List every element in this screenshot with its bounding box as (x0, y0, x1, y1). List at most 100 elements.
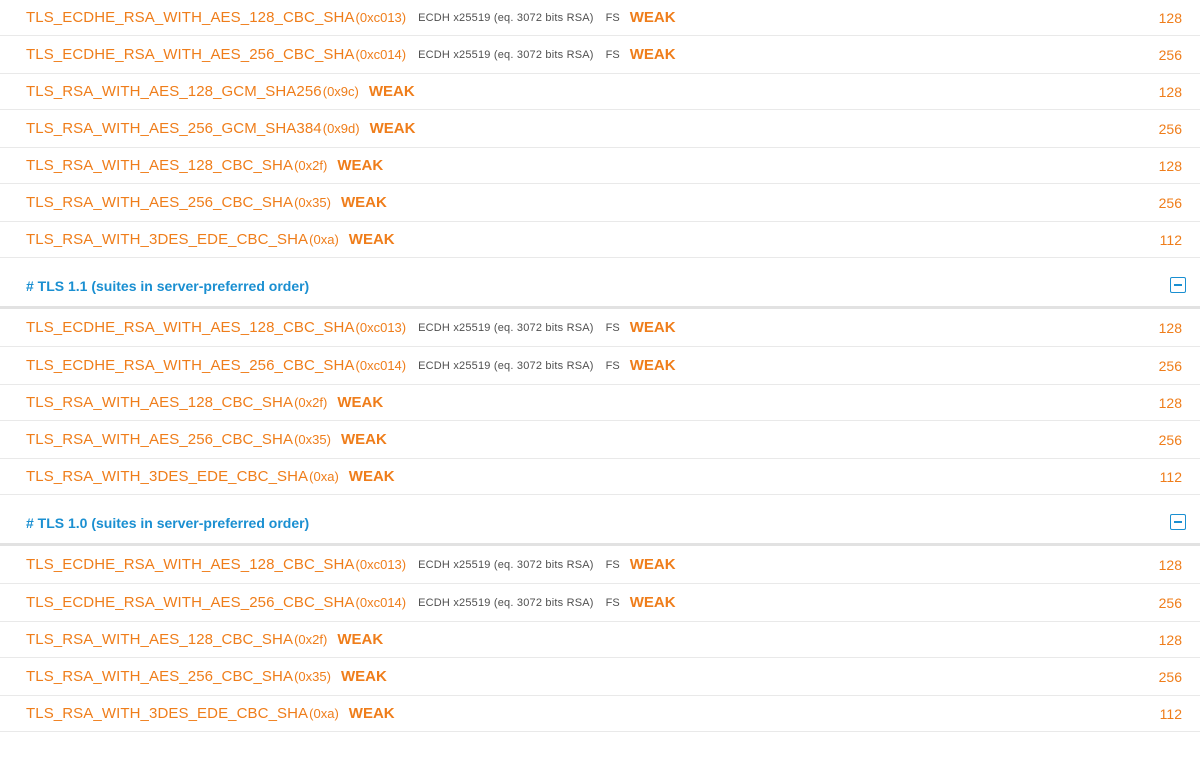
table-row: TLS_RSA_WITH_3DES_EDE_CBC_SHA (0xa) WEAK… (0, 222, 1200, 258)
suite-code: (0xc013) (355, 10, 407, 25)
suite-name: TLS_RSA_WITH_AES_256_CBC_SHA (26, 194, 294, 211)
key-bits: 256 (1158, 120, 1182, 137)
key-bits: 112 (1159, 705, 1182, 722)
weak-badge: WEAK (629, 9, 676, 26)
table-row: TLS_RSA_WITH_AES_128_CBC_SHA (0x2f) WEAK… (0, 148, 1200, 184)
table-row: TLS_ECDHE_RSA_WITH_AES_256_CBC_SHA (0xc0… (0, 584, 1200, 622)
key-bits: 128 (1158, 83, 1182, 100)
suite-name: TLS_RSA_WITH_AES_128_CBC_SHA (26, 394, 294, 411)
weak-badge: WEAK (340, 194, 387, 211)
cipher-suite-table: TLS_ECDHE_RSA_WITH_AES_128_CBC_SHA (0xc0… (0, 546, 1200, 732)
weak-badge: WEAK (629, 319, 676, 336)
cipher-suites-panel: TLS_ECDHE_RSA_WITH_AES_128_CBC_SHA (0xc0… (0, 0, 1200, 732)
key-bits: 256 (1158, 46, 1182, 63)
suite-name: TLS_ECDHE_RSA_WITH_AES_256_CBC_SHA (26, 46, 355, 63)
suite-name: TLS_RSA_WITH_3DES_EDE_CBC_SHA (26, 468, 309, 485)
table-row: TLS_ECDHE_RSA_WITH_AES_256_CBC_SHA (0xc0… (0, 36, 1200, 74)
suite-name: TLS_ECDHE_RSA_WITH_AES_128_CBC_SHA (26, 9, 355, 26)
suite-code: (0xc014) (355, 358, 407, 373)
weak-badge: WEAK (629, 556, 676, 573)
suite-name: TLS_RSA_WITH_3DES_EDE_CBC_SHA (26, 705, 309, 722)
table-row: TLS_ECDHE_RSA_WITH_AES_128_CBC_SHA (0xc0… (0, 309, 1200, 347)
minus-square-icon[interactable] (1170, 277, 1186, 293)
suite-name: TLS_ECDHE_RSA_WITH_AES_256_CBC_SHA (26, 594, 355, 611)
key-bits: 112 (1159, 468, 1182, 485)
weak-badge: WEAK (629, 46, 676, 63)
section-header-tls10: # TLS 1.0 (suites in server-preferred or… (0, 495, 1200, 546)
suite-code: (0xa) (309, 469, 339, 484)
key-exchange: ECDH x25519 (eq. 3072 bits RSA) (418, 321, 594, 334)
table-row: TLS_ECDHE_RSA_WITH_AES_128_CBC_SHA (0xc0… (0, 0, 1200, 36)
suite-name: TLS_ECDHE_RSA_WITH_AES_128_CBC_SHA (26, 556, 355, 573)
forward-secrecy-badge: FS (605, 359, 620, 372)
minus-square-icon[interactable] (1170, 514, 1186, 530)
suite-code: (0xc013) (355, 557, 407, 572)
suite-code: (0xc014) (355, 47, 407, 62)
key-exchange: ECDH x25519 (eq. 3072 bits RSA) (418, 558, 594, 571)
key-exchange: ECDH x25519 (eq. 3072 bits RSA) (418, 359, 594, 372)
suite-name: TLS_ECDHE_RSA_WITH_AES_128_CBC_SHA (26, 319, 355, 336)
weak-badge: WEAK (340, 668, 387, 685)
weak-badge: WEAK (340, 431, 387, 448)
weak-badge: WEAK (337, 157, 384, 174)
key-bits: 256 (1158, 594, 1182, 611)
section-title: # TLS 1.1 (suites in server-preferred or… (26, 278, 310, 294)
table-row: TLS_RSA_WITH_AES_256_CBC_SHA (0x35) WEAK… (0, 421, 1200, 459)
table-row: TLS_RSA_WITH_AES_256_CBC_SHA (0x35) WEAK… (0, 184, 1200, 222)
suite-code: (0x35) (294, 669, 331, 684)
table-row: TLS_RSA_WITH_AES_128_CBC_SHA (0x2f) WEAK… (0, 622, 1200, 658)
weak-badge: WEAK (368, 83, 415, 100)
key-bits: 256 (1158, 357, 1182, 374)
suite-name: TLS_RSA_WITH_AES_256_CBC_SHA (26, 668, 294, 685)
cipher-suite-table: TLS_ECDHE_RSA_WITH_AES_128_CBC_SHA (0xc0… (0, 0, 1200, 258)
weak-badge: WEAK (337, 631, 384, 648)
key-bits: 128 (1158, 556, 1182, 573)
table-row: TLS_ECDHE_RSA_WITH_AES_128_CBC_SHA (0xc0… (0, 546, 1200, 584)
key-bits: 112 (1159, 231, 1182, 248)
table-row: TLS_RSA_WITH_AES_128_CBC_SHA (0x2f) WEAK… (0, 385, 1200, 421)
cipher-suite-table: TLS_ECDHE_RSA_WITH_AES_128_CBC_SHA (0xc0… (0, 309, 1200, 495)
weak-badge: WEAK (629, 594, 676, 611)
key-exchange: ECDH x25519 (eq. 3072 bits RSA) (418, 11, 594, 24)
suite-name: TLS_RSA_WITH_AES_128_GCM_SHA256 (26, 83, 322, 100)
table-row: TLS_RSA_WITH_AES_256_GCM_SHA384 (0x9d) W… (0, 110, 1200, 148)
key-bits: 128 (1158, 631, 1182, 648)
weak-badge: WEAK (629, 357, 676, 374)
forward-secrecy-badge: FS (605, 11, 620, 24)
suite-code: (0xc014) (355, 595, 407, 610)
key-bits: 256 (1158, 668, 1182, 685)
suite-code: (0x9c) (322, 84, 359, 99)
forward-secrecy-badge: FS (605, 48, 620, 61)
weak-badge: WEAK (348, 468, 395, 485)
suite-name: TLS_RSA_WITH_AES_128_CBC_SHA (26, 631, 294, 648)
suite-code: (0x2f) (294, 395, 328, 410)
suite-code: (0x35) (294, 195, 331, 210)
weak-badge: WEAK (369, 120, 416, 137)
suite-code: (0x2f) (294, 158, 328, 173)
suite-name: TLS_RSA_WITH_AES_256_GCM_SHA384 (26, 120, 322, 137)
key-bits: 128 (1158, 394, 1182, 411)
suite-code: (0x2f) (294, 632, 328, 647)
table-row: TLS_RSA_WITH_3DES_EDE_CBC_SHA (0xa) WEAK… (0, 696, 1200, 732)
table-row: TLS_RSA_WITH_AES_256_CBC_SHA (0x35) WEAK… (0, 658, 1200, 696)
forward-secrecy-badge: FS (605, 558, 620, 571)
suite-name: TLS_RSA_WITH_AES_128_CBC_SHA (26, 157, 294, 174)
weak-badge: WEAK (337, 394, 384, 411)
key-bits: 256 (1158, 194, 1182, 211)
table-row: TLS_ECDHE_RSA_WITH_AES_256_CBC_SHA (0xc0… (0, 347, 1200, 385)
suite-name: TLS_RSA_WITH_3DES_EDE_CBC_SHA (26, 231, 309, 248)
suite-code: (0x9d) (322, 121, 360, 136)
forward-secrecy-badge: FS (605, 596, 620, 609)
key-bits: 128 (1158, 319, 1182, 336)
suite-code: (0xc013) (355, 320, 407, 335)
key-bits: 128 (1158, 9, 1182, 26)
suite-code: (0x35) (294, 432, 331, 447)
section-header-tls11: # TLS 1.1 (suites in server-preferred or… (0, 258, 1200, 309)
suite-name: TLS_ECDHE_RSA_WITH_AES_256_CBC_SHA (26, 357, 355, 374)
suite-code: (0xa) (309, 232, 339, 247)
suite-name: TLS_RSA_WITH_AES_256_CBC_SHA (26, 431, 294, 448)
forward-secrecy-badge: FS (605, 321, 620, 334)
key-exchange: ECDH x25519 (eq. 3072 bits RSA) (418, 48, 594, 61)
weak-badge: WEAK (348, 705, 395, 722)
table-row: TLS_RSA_WITH_3DES_EDE_CBC_SHA (0xa) WEAK… (0, 459, 1200, 495)
